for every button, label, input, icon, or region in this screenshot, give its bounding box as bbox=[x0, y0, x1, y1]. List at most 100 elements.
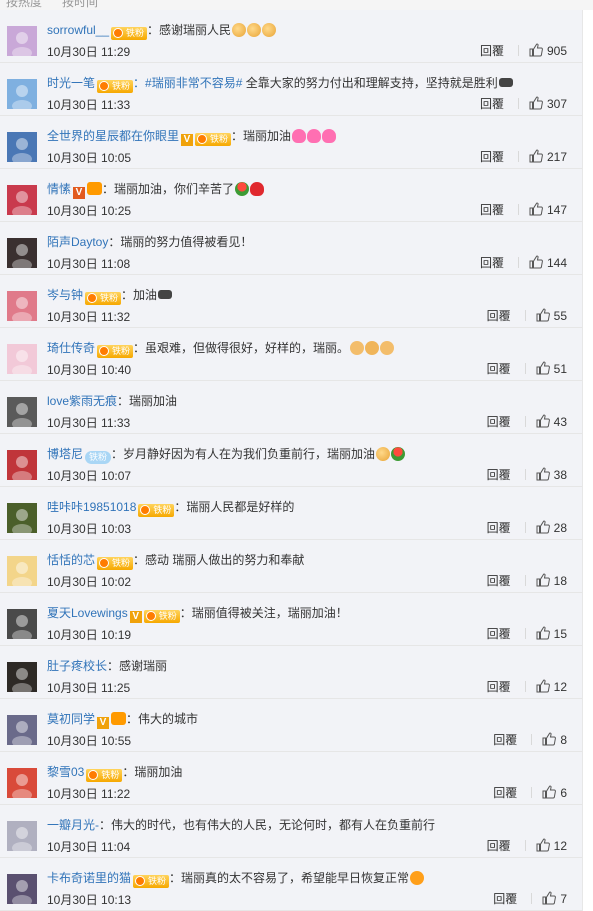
avatar[interactable] bbox=[7, 661, 37, 692]
like-button[interactable]: 51 bbox=[536, 361, 567, 377]
reply-button[interactable]: 回覆 bbox=[493, 891, 517, 907]
avatar[interactable] bbox=[7, 396, 37, 427]
username-link[interactable]: 博塔尼 bbox=[47, 447, 83, 461]
avatar[interactable] bbox=[7, 26, 37, 56]
like-count: 18 bbox=[553, 573, 567, 588]
avatar[interactable] bbox=[7, 237, 37, 268]
reply-button[interactable]: 回覆 bbox=[480, 96, 504, 112]
like-button[interactable]: 905 bbox=[529, 43, 567, 59]
username-link[interactable]: 恬恬的芯 bbox=[47, 553, 95, 567]
reply-button[interactable]: 回覆 bbox=[480, 255, 504, 271]
like-button[interactable]: 307 bbox=[529, 96, 567, 112]
fan-badge-icon[interactable]: 铁粉 bbox=[85, 291, 122, 305]
avatar[interactable] bbox=[7, 184, 37, 215]
username-link[interactable]: 夏天Lovewings bbox=[47, 606, 128, 620]
username-link[interactable]: 一瓣月光- bbox=[47, 818, 99, 832]
like-button[interactable]: 147 bbox=[529, 202, 567, 218]
username-link[interactable]: 卡布奇诺里的猫 bbox=[47, 871, 131, 885]
reply-button[interactable]: 回覆 bbox=[480, 202, 504, 218]
crown-badge-icon[interactable] bbox=[111, 711, 127, 725]
like-button[interactable]: 12 bbox=[536, 838, 567, 854]
divider bbox=[517, 203, 519, 215]
fan-badge-icon[interactable]: 铁粉 bbox=[143, 609, 180, 623]
like-button[interactable]: 38 bbox=[536, 467, 567, 483]
crown-badge-icon[interactable] bbox=[87, 181, 103, 195]
reply-button[interactable]: 回覆 bbox=[487, 838, 511, 854]
username-link[interactable]: 时光一笔 bbox=[47, 76, 95, 90]
avatar[interactable] bbox=[7, 714, 37, 745]
reply-button[interactable]: 回覆 bbox=[493, 785, 517, 801]
vertical-scrollbar[interactable] bbox=[582, 10, 593, 911]
like-button[interactable]: 12 bbox=[536, 679, 567, 695]
verified-v-icon[interactable]: V bbox=[129, 610, 142, 623]
reply-button[interactable]: 回覆 bbox=[480, 149, 504, 165]
fan-badge-icon[interactable]: 铁粉 bbox=[97, 344, 134, 358]
username-link[interactable]: 全世界的星辰都在你眼里 bbox=[47, 129, 179, 143]
avatar[interactable] bbox=[7, 131, 37, 162]
avatar[interactable] bbox=[7, 290, 37, 321]
verified-v-icon[interactable]: V bbox=[97, 716, 110, 729]
avatar[interactable] bbox=[7, 343, 37, 374]
avatar[interactable] bbox=[7, 555, 37, 586]
comment-text: ：瑞丽加油 bbox=[231, 128, 292, 143]
like-button[interactable]: 8 bbox=[542, 732, 567, 748]
reply-button[interactable]: 回覆 bbox=[487, 573, 511, 589]
comment-item: 夏天Lovewings V 铁粉 ：瑞丽值得被关注，瑞丽加油！ 10月30日 10:19… bbox=[0, 592, 583, 646]
reply-button[interactable]: 回覆 bbox=[487, 308, 511, 324]
tab-time[interactable]: 按时间 bbox=[62, 0, 98, 10]
username-link[interactable]: 情愫 bbox=[47, 182, 71, 196]
reply-button[interactable]: 回覆 bbox=[487, 626, 511, 642]
like-count: 28 bbox=[553, 520, 567, 535]
username-link[interactable]: 莫初同学 bbox=[47, 712, 95, 726]
fan-badge-icon[interactable]: 铁粉 bbox=[138, 503, 175, 517]
avatar[interactable] bbox=[7, 608, 37, 639]
avatar[interactable] bbox=[7, 502, 37, 533]
avatar[interactable] bbox=[7, 820, 37, 851]
like-button[interactable]: 43 bbox=[536, 414, 567, 430]
like-button[interactable]: 15 bbox=[536, 626, 567, 642]
username-link[interactable]: love紫雨无痕 bbox=[47, 394, 117, 408]
username-link[interactable]: 肚子疼校长 bbox=[47, 659, 107, 673]
reply-button[interactable]: 回覆 bbox=[487, 467, 511, 483]
like-button[interactable]: 18 bbox=[536, 573, 567, 589]
fan-badge-icon[interactable]: 铁粉 bbox=[86, 768, 123, 782]
topic-link[interactable]: ：#瑞丽非常不容易# bbox=[133, 76, 242, 90]
pinkheart-emoji-icon bbox=[322, 128, 337, 143]
avatar[interactable] bbox=[7, 767, 37, 798]
fan-badge-icon[interactable]: 铁粉 bbox=[97, 79, 134, 93]
username-link[interactable]: 岑与钟 bbox=[47, 288, 83, 302]
reply-button[interactable]: 回覆 bbox=[487, 679, 511, 695]
like-button[interactable]: 7 bbox=[542, 891, 567, 907]
like-count: 6 bbox=[560, 785, 567, 800]
fan-badge-icon[interactable]: 铁粉 bbox=[195, 132, 232, 146]
reply-button[interactable]: 回覆 bbox=[480, 43, 504, 59]
like-button[interactable]: 6 bbox=[542, 785, 567, 801]
like-button[interactable]: 144 bbox=[529, 255, 567, 271]
reply-button[interactable]: 回覆 bbox=[487, 520, 511, 536]
like-button[interactable]: 55 bbox=[536, 308, 567, 324]
tab-hot[interactable]: 按热度 bbox=[6, 0, 42, 10]
username-link[interactable]: 哇咔咔19851018 bbox=[47, 500, 136, 514]
like-button[interactable]: 28 bbox=[536, 520, 567, 536]
like-count: 38 bbox=[553, 467, 567, 482]
reply-button[interactable]: 回覆 bbox=[487, 361, 511, 377]
comment-time: 10月30日 10:02 bbox=[47, 574, 132, 589]
username-link[interactable]: 黎雪03 bbox=[47, 765, 84, 779]
avatar[interactable] bbox=[7, 873, 37, 904]
divider bbox=[524, 680, 526, 692]
fan-badge-icon[interactable]: 铁粉 bbox=[97, 556, 134, 570]
verified-v-icon[interactable]: V bbox=[181, 133, 194, 146]
avatar[interactable] bbox=[7, 449, 37, 480]
username-link[interactable]: 琦仕传奇 bbox=[47, 341, 95, 355]
avatar[interactable] bbox=[7, 78, 37, 109]
username-link[interactable]: 陌声Daytoy bbox=[47, 235, 108, 249]
comment-time: 10月30日 10:07 bbox=[47, 468, 132, 483]
iron-fan-badge-icon[interactable]: 铁粉 bbox=[85, 450, 112, 464]
reply-button[interactable]: 回覆 bbox=[493, 732, 517, 748]
verified-v-icon[interactable]: V bbox=[73, 186, 86, 199]
reply-button[interactable]: 回覆 bbox=[487, 414, 511, 430]
username-link[interactable]: sorrowful__ bbox=[47, 23, 109, 37]
like-button[interactable]: 217 bbox=[529, 149, 567, 165]
fan-badge-icon[interactable]: 铁粉 bbox=[111, 27, 148, 40]
fan-badge-icon[interactable]: 铁粉 bbox=[133, 874, 170, 888]
